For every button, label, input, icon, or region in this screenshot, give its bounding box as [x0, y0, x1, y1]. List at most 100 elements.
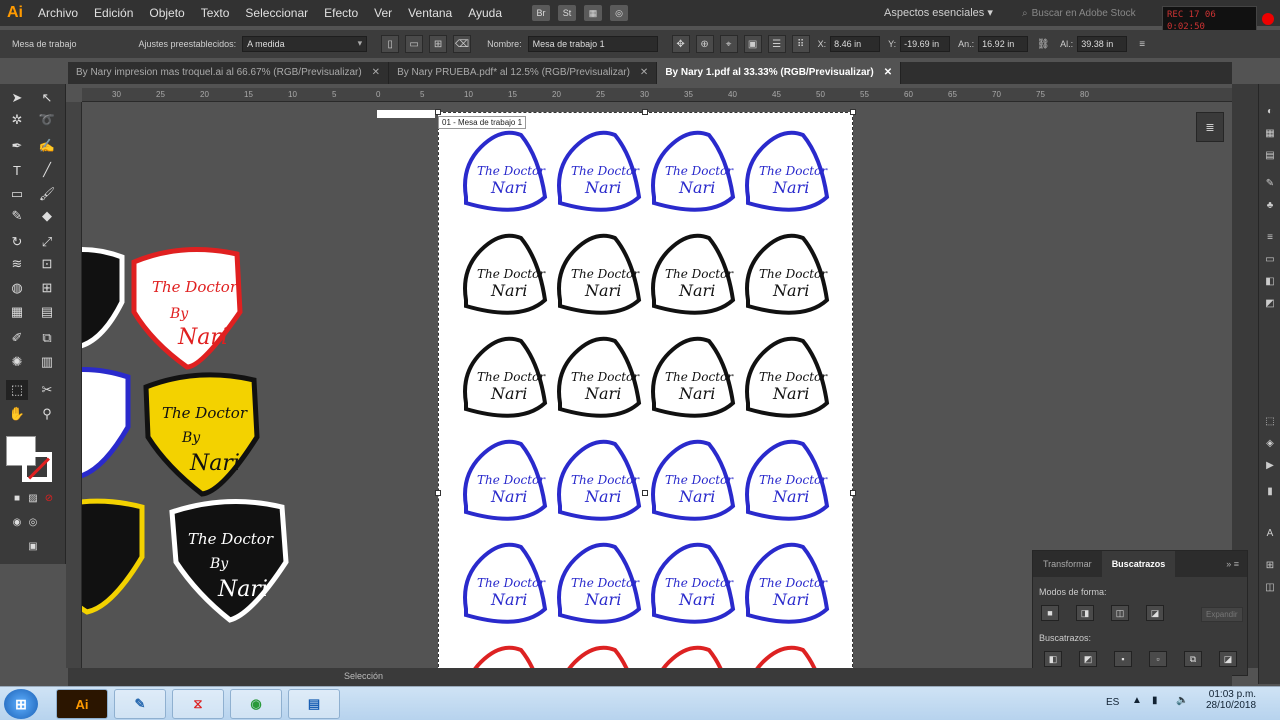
- intersect-icon[interactable]: ◫: [1111, 605, 1129, 621]
- zoom-tool-icon[interactable]: ⚲: [36, 404, 58, 424]
- rotate-tool-icon[interactable]: ↻: [6, 232, 28, 252]
- menu-texto[interactable]: Texto: [193, 0, 238, 26]
- x-field[interactable]: X: 8.46 in: [818, 36, 881, 52]
- artboard-name-input[interactable]: Mesa de trabajo 1: [527, 36, 658, 52]
- landscape-icon[interactable]: ▭: [405, 35, 424, 53]
- artboard-handle[interactable]: [850, 490, 856, 496]
- menu-ver[interactable]: Ver: [366, 0, 400, 26]
- sticker-outline[interactable]: The DoctorNari: [745, 130, 830, 212]
- artboard-options-icon[interactable]: ☰: [767, 35, 786, 53]
- sticker-black-white[interactable]: [169, 499, 289, 623]
- tab-buscatrazos[interactable]: Buscatrazos: [1101, 551, 1176, 577]
- sticker-outline[interactable]: The DoctorNari: [745, 233, 830, 315]
- minus-front-icon[interactable]: ◨: [1076, 605, 1094, 621]
- menu-ventana[interactable]: Ventana: [400, 0, 460, 26]
- side-stickers[interactable]: The Doctor By Nari The Doctor By Nari Th…: [82, 242, 312, 632]
- taskbar-acrobat-icon[interactable]: ⧖: [172, 689, 224, 719]
- menu-seleccionar[interactable]: Seleccionar: [237, 0, 316, 26]
- blend-tool-icon[interactable]: ⧉: [36, 328, 58, 348]
- sticker-outline[interactable]: The DoctorNari: [651, 130, 736, 212]
- type-tool-icon[interactable]: T: [6, 160, 28, 180]
- appearance-panel-icon[interactable]: ◩: [1262, 296, 1278, 310]
- menu-edicion[interactable]: Edición: [86, 0, 141, 26]
- screen-mode-icon[interactable]: ▣: [22, 536, 44, 556]
- libraries-panel-icon[interactable]: ▤: [1262, 148, 1278, 162]
- y-value[interactable]: -19.69 in: [900, 36, 951, 52]
- reference-point-icon[interactable]: ⠿: [791, 35, 810, 53]
- exclude-icon[interactable]: ◪: [1146, 605, 1164, 621]
- gradient-tool-icon[interactable]: ▤: [36, 302, 58, 322]
- artboard-handle[interactable]: [435, 490, 441, 496]
- windows-start-icon[interactable]: ⊞: [4, 689, 38, 719]
- stroke-panel-icon[interactable]: ≡: [1262, 230, 1278, 244]
- menu-objeto[interactable]: Objeto: [141, 0, 192, 26]
- transparency-panel-icon[interactable]: ◧: [1262, 274, 1278, 288]
- constrain-proportions-icon[interactable]: ⛓: [1034, 35, 1052, 53]
- layers-panel-icon[interactable]: ◈: [1262, 436, 1278, 450]
- graph-tool-icon[interactable]: ▥: [36, 352, 58, 372]
- taskbar-explorer-icon[interactable]: ▤: [288, 689, 340, 719]
- sticker-outline[interactable]: The DoctorNari: [745, 542, 830, 624]
- character-panel-icon[interactable]: A: [1262, 526, 1278, 540]
- sticker-black-yellow-partial[interactable]: [82, 498, 145, 615]
- vertical-ruler[interactable]: [66, 102, 82, 668]
- tab-document-1[interactable]: By Nary impresion mas troquel.ai al 66.6…: [68, 62, 390, 84]
- artboard[interactable]: The Doctor Nari The Doctor Nari The Doctor Na…: [438, 112, 853, 668]
- eraser-tool-icon[interactable]: ◆: [36, 206, 58, 226]
- close-icon[interactable]: ✕: [884, 62, 892, 84]
- sticker-outline[interactable]: The DoctorNari: [557, 542, 642, 624]
- minus-back-icon[interactable]: ◪: [1219, 651, 1237, 667]
- sticker-outline[interactable]: The DoctorNari: [463, 439, 548, 521]
- sticker-yellow[interactable]: [143, 372, 260, 497]
- magic-wand-tool-icon[interactable]: ✲: [6, 110, 28, 130]
- sticker-blue-partial[interactable]: [82, 367, 131, 479]
- network-icon[interactable]: ▮: [1152, 695, 1158, 706]
- slice-tool-icon[interactable]: ✂: [36, 380, 58, 400]
- mesh-tool-icon[interactable]: ▦: [6, 302, 28, 322]
- sticker-outline[interactable]: The DoctorNari: [653, 645, 734, 668]
- language-indicator[interactable]: ES: [1106, 697, 1119, 708]
- x-value[interactable]: 8.46 in: [830, 36, 881, 52]
- swatches-panel-icon[interactable]: ▦: [1262, 126, 1278, 140]
- height-value[interactable]: 39.38 in: [1077, 36, 1128, 52]
- crop-icon[interactable]: ▫: [1149, 651, 1167, 667]
- shape-builder-tool-icon[interactable]: ◍: [6, 278, 28, 298]
- sticker-outline[interactable]: The DoctorNari: [463, 542, 548, 624]
- show-center-icon[interactable]: ⊕: [695, 35, 714, 53]
- panel-menu-icon[interactable]: ≡: [1133, 35, 1151, 53]
- sticker-black-partial[interactable]: [82, 247, 125, 349]
- workspace-switcher[interactable]: Aspectos esenciales ▾: [884, 6, 993, 19]
- asset-export-icon[interactable]: ▶: [1262, 458, 1278, 472]
- stroke-swatch[interactable]: [22, 452, 52, 482]
- sticker-outline[interactable]: The DoctorNari: [463, 130, 548, 212]
- bridge-button[interactable]: Br: [532, 5, 551, 21]
- sticker-outline[interactable]: The DoctorNari: [463, 233, 548, 315]
- expand-button[interactable]: Expandir: [1201, 607, 1243, 622]
- taskbar-illustrator[interactable]: Ai: [56, 689, 108, 719]
- show-crosshairs-icon[interactable]: ⌖: [719, 35, 738, 53]
- unite-icon[interactable]: ■: [1041, 605, 1059, 621]
- sticker-outline[interactable]: The DoctorNari: [559, 645, 640, 668]
- artboard-handle[interactable]: [642, 490, 648, 496]
- sticker-outline[interactable]: The DoctorNari: [745, 336, 830, 418]
- taskbar-app-icon[interactable]: ✎: [114, 689, 166, 719]
- gpu-performance-icon[interactable]: ◎: [610, 5, 629, 21]
- delete-artboard-icon[interactable]: ⌫: [453, 35, 472, 53]
- symbol-sprayer-tool-icon[interactable]: ✺: [6, 352, 28, 372]
- tray-arrow-icon[interactable]: ▲: [1132, 695, 1142, 706]
- color-panel-icon[interactable]: ◐: [1262, 104, 1278, 118]
- record-icon[interactable]: [1262, 13, 1274, 25]
- y-field[interactable]: Y: -19.69 in: [888, 36, 951, 52]
- align-panel-icon[interactable]: ▮: [1262, 484, 1278, 498]
- paintbrush-tool-icon[interactable]: 🖌: [36, 184, 58, 204]
- artboards-panel-icon[interactable]: ⬚: [1262, 414, 1278, 428]
- artboard-handle[interactable]: [850, 109, 856, 115]
- shaper-tool-icon[interactable]: ✎: [6, 206, 28, 226]
- scale-tool-icon[interactable]: ⤢: [36, 232, 58, 252]
- sticker-outline[interactable]: The DoctorNari: [557, 130, 642, 212]
- properties-panel-icon[interactable]: ≣: [1196, 112, 1224, 142]
- pen-tool-icon[interactable]: ✒: [6, 136, 28, 156]
- sticker-outline[interactable]: The DoctorNari: [557, 336, 642, 418]
- free-transform-tool-icon[interactable]: ⊡: [36, 254, 58, 274]
- taskbar-chrome-icon[interactable]: ◉: [230, 689, 282, 719]
